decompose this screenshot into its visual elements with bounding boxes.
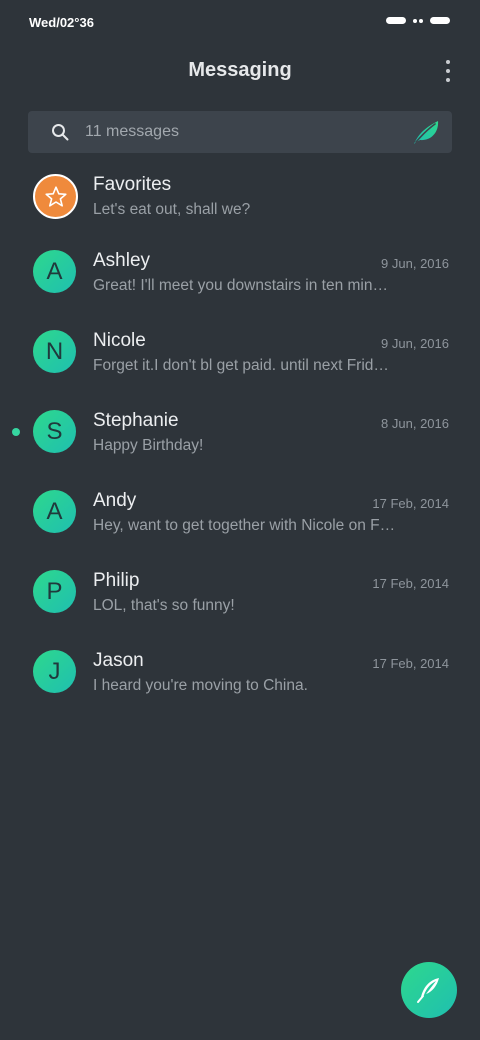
conversation-name: Andy [93, 490, 137, 511]
status-time: Wed/02°36 [29, 15, 94, 30]
avatar: N [33, 330, 76, 373]
status-icons [386, 17, 450, 24]
conversation-date: 8 Jun, 2016 [381, 416, 449, 431]
conversation-item-andy[interactable]: A Andy 17 Feb, 2014 Hey, want to get tog… [0, 470, 480, 550]
conversation-name: Favorites [93, 174, 172, 195]
unread-indicator [12, 428, 20, 436]
conversation-date: 9 Jun, 2016 [381, 256, 449, 271]
conversation-date: 9 Jun, 2016 [381, 336, 449, 351]
conversation-preview: I heard you're moving to China. [93, 677, 308, 694]
feather-icon [417, 978, 439, 1003]
battery-icon [430, 17, 450, 24]
compose-button[interactable] [401, 962, 457, 1018]
conversation-date: 17 Feb, 2014 [372, 576, 449, 591]
avatar: A [33, 250, 76, 293]
conversation-item-favorites[interactable]: Favorites Let's eat out, shall we? [0, 164, 480, 228]
status-bar: Wed/02°36 [0, 0, 480, 44]
conversation-name: Ashley [93, 250, 151, 271]
avatar: J [33, 650, 76, 693]
conversation-preview: Happy Birthday! [93, 437, 204, 454]
page-title: Messaging [188, 59, 292, 81]
avatar: A [33, 490, 76, 533]
star-icon [33, 174, 78, 219]
conversation-preview: Hey, want to get together with Nicole on… [93, 517, 396, 534]
conversation-preview: Great! I'll meet you downstairs in ten m… [93, 277, 388, 294]
conversation-item-jason[interactable]: J Jason 17 Feb, 2014 I heard you're movi… [0, 630, 480, 710]
conversation-name: Jason [93, 650, 144, 671]
avatar: S [33, 410, 76, 453]
conversation-preview: LOL, that's so funny! [93, 597, 235, 614]
conversation-item-ashley[interactable]: A Ashley 9 Jun, 2016 Great! I'll meet yo… [0, 230, 480, 310]
conversation-name: Stephanie [93, 410, 179, 431]
conversation-item-nicole[interactable]: N Nicole 9 Jun, 2016 Forget it.I don't b… [0, 310, 480, 390]
conversation-date: 17 Feb, 2014 [372, 496, 449, 511]
conversation-item-stephanie[interactable]: S Stephanie 8 Jun, 2016 Happy Birthday! [0, 390, 480, 470]
conversation-date: 17 Feb, 2014 [372, 656, 449, 671]
signal-icon [386, 17, 406, 24]
wifi-icon [413, 18, 423, 23]
conversation-item-philip[interactable]: P Philip 17 Feb, 2014 LOL, that's so fun… [0, 550, 480, 630]
search-bar[interactable] [28, 111, 452, 153]
app-header: Messaging [0, 50, 480, 92]
avatar: P [33, 570, 76, 613]
conversation-name: Nicole [93, 330, 146, 351]
conversation-list: Favorites Let's eat out, shall we? A Ash… [0, 164, 480, 710]
conversation-name: Philip [93, 570, 140, 591]
conversation-preview: Forget it.I don't bl get paid. until nex… [93, 357, 389, 374]
more-vertical-icon[interactable] [444, 60, 452, 82]
search-input[interactable] [85, 111, 395, 153]
search-icon [52, 124, 69, 141]
conversation-preview: Let's eat out, shall we? [93, 201, 251, 218]
leaf-icon[interactable] [412, 119, 440, 145]
